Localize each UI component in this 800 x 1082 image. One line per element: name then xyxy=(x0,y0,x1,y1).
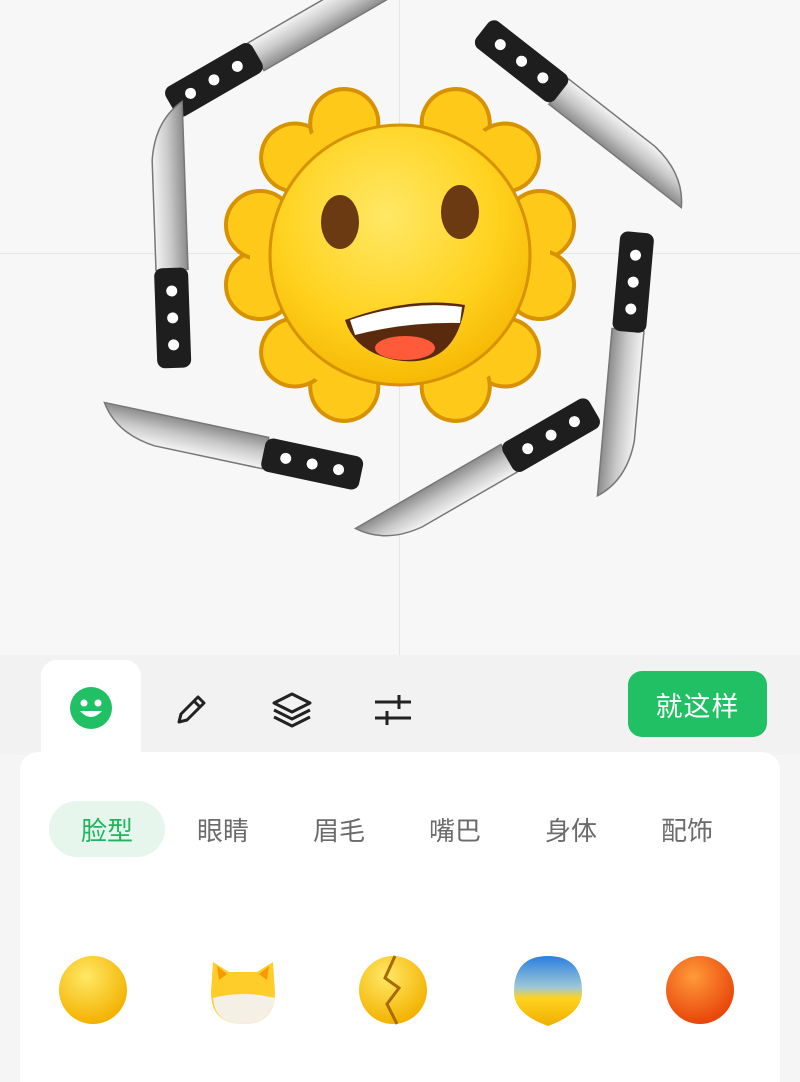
pencil-icon xyxy=(177,695,206,724)
category-body[interactable]: 身体 xyxy=(513,801,629,857)
face-option-cracked-yellow[interactable] xyxy=(355,952,431,1028)
category-accessories[interactable]: 配饰 xyxy=(629,801,745,857)
face-option-orange-red[interactable] xyxy=(662,952,738,1028)
sticker-canvas[interactable] xyxy=(0,0,800,655)
layers-icon xyxy=(272,692,312,728)
knife-bottom-right xyxy=(354,394,604,559)
face-option-round-yellow[interactable] xyxy=(55,952,131,1028)
category-face-shape[interactable]: 脸型 xyxy=(49,801,165,857)
emoji-sticker[interactable] xyxy=(0,0,800,655)
tab-adjust[interactable] xyxy=(343,660,443,760)
done-button[interactable]: 就这样 xyxy=(628,671,767,737)
smiley-icon xyxy=(70,686,112,729)
knife-left xyxy=(147,100,193,370)
category-mouth[interactable]: 嘴巴 xyxy=(397,801,513,857)
editor-toolbar: 就这样 xyxy=(0,655,800,755)
face-option-cat-yellow[interactable] xyxy=(205,952,281,1028)
face-options xyxy=(20,952,780,1032)
knife-right xyxy=(596,230,656,500)
category-tabs: 脸型 眼睛 眉毛 嘴巴 身体 配饰 xyxy=(49,801,745,857)
tab-face[interactable] xyxy=(41,660,141,755)
sliders-icon xyxy=(375,695,411,725)
tab-layers[interactable] xyxy=(242,660,342,760)
tab-draw[interactable] xyxy=(141,660,241,760)
options-panel: 脸型 眼睛 眉毛 嘴巴 身体 配饰 xyxy=(20,752,780,1082)
category-eyebrows[interactable]: 眉毛 xyxy=(281,801,397,857)
face-option-blue-yellow[interactable] xyxy=(510,952,586,1028)
category-eyes[interactable]: 眼睛 xyxy=(165,801,281,857)
